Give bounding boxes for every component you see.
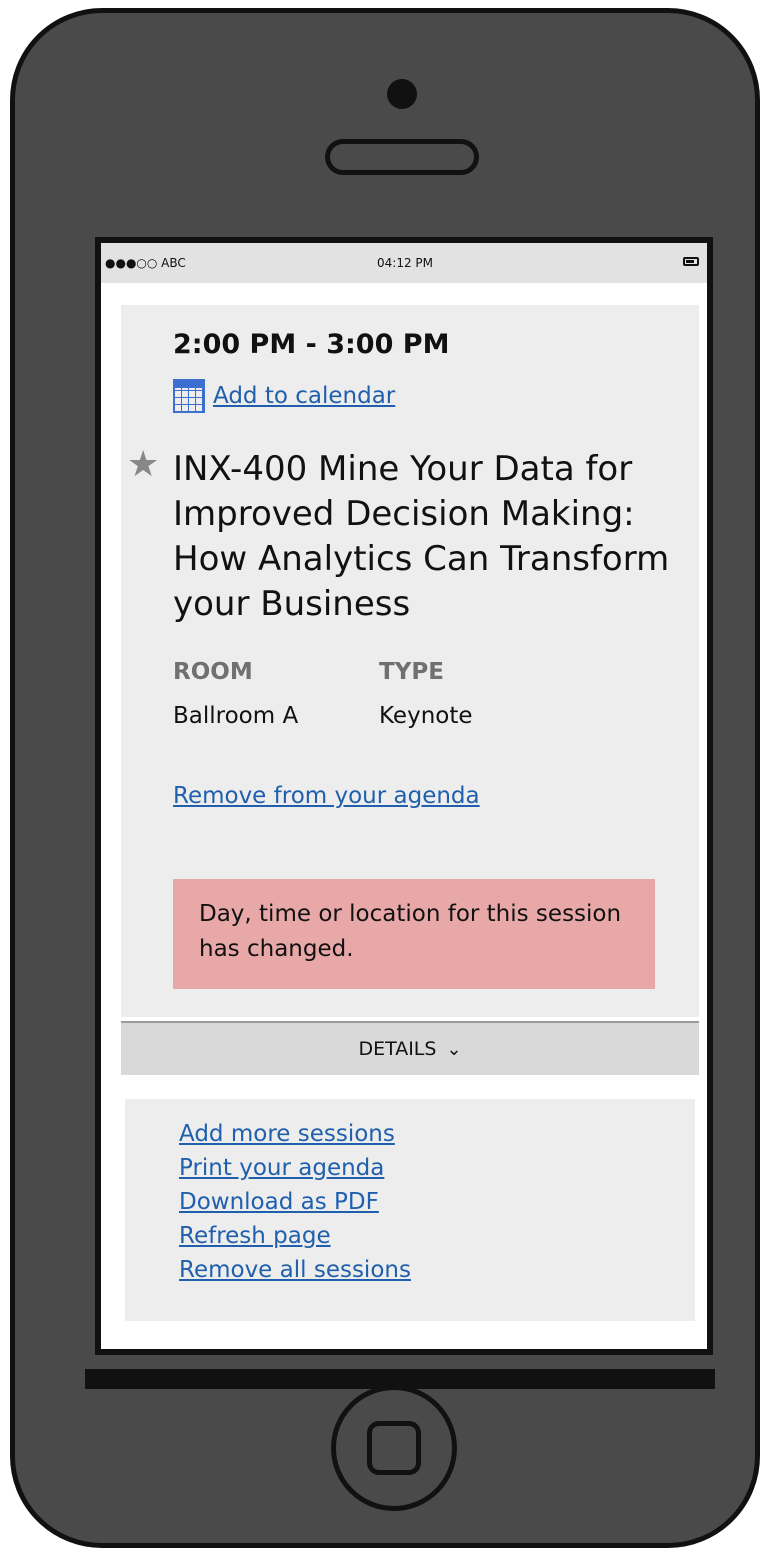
add-to-calendar-link[interactable]: Add to calendar (213, 383, 395, 409)
home-square-icon (367, 1421, 421, 1475)
agenda-actions: Add more sessions Print your agenda Down… (125, 1099, 695, 1321)
phone-frame: ●●●○○ ABC 04:12 PM 2:00 PM - 3:00 PM Add… (10, 8, 760, 1548)
type-value: Keynote (379, 703, 473, 729)
status-time: 04:12 PM (377, 256, 433, 270)
status-bar: ●●●○○ ABC 04:12 PM (101, 243, 707, 283)
speaker-grille (325, 139, 479, 175)
room-value: Ballroom A (173, 703, 299, 729)
remove-all-sessions-link[interactable]: Remove all sessions (179, 1253, 411, 1287)
download-pdf-link[interactable]: Download as PDF (179, 1185, 379, 1219)
chevron-down-icon: ⌄ (446, 1038, 462, 1060)
camera-icon (387, 79, 417, 109)
home-button[interactable] (331, 1385, 457, 1511)
remove-from-agenda-link[interactable]: Remove from your agenda (173, 783, 480, 809)
calendar-icon (173, 379, 205, 413)
session-time: 2:00 PM - 3:00 PM (173, 329, 450, 360)
room-label: ROOM (173, 659, 253, 685)
session-title: INX-400 Mine Your Data for Improved Deci… (173, 449, 670, 624)
add-to-calendar-button[interactable]: Add to calendar (173, 379, 395, 413)
refresh-page-link[interactable]: Refresh page (179, 1219, 331, 1253)
type-label: TYPE (379, 659, 444, 685)
details-toggle[interactable]: DETAILS ⌄ (121, 1021, 699, 1075)
add-more-sessions-link[interactable]: Add more sessions (179, 1117, 395, 1151)
phone-screen: ●●●○○ ABC 04:12 PM 2:00 PM - 3:00 PM Add… (95, 237, 713, 1355)
carrier-signal: ●●●○○ ABC (105, 256, 186, 270)
details-label: DETAILS (358, 1038, 437, 1060)
change-alert: Day, time or location for this session h… (173, 879, 655, 989)
session-card: 2:00 PM - 3:00 PM Add to calendar ★ INX-… (121, 305, 699, 1017)
star-icon[interactable]: ★ (127, 447, 159, 483)
print-agenda-link[interactable]: Print your agenda (179, 1151, 384, 1185)
battery-icon (683, 257, 699, 266)
